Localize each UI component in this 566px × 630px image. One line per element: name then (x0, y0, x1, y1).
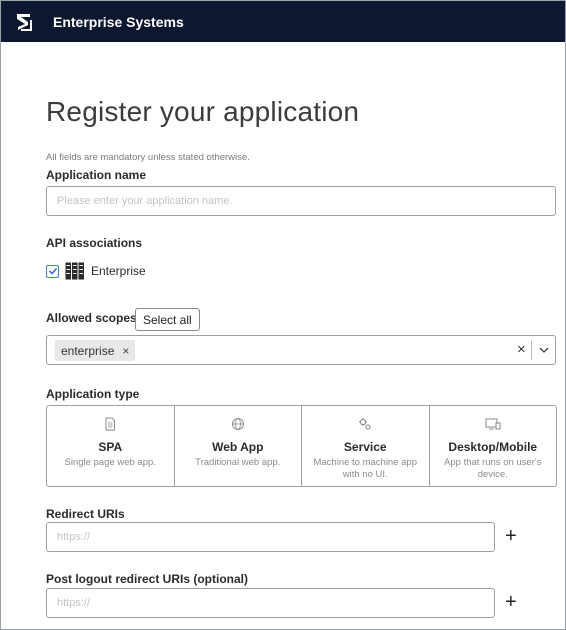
application-type-label: Application type (46, 387, 140, 401)
application-name-placeholder: Please enter your application name. (57, 195, 233, 207)
app-type-title: SPA (98, 440, 123, 454)
add-post-logout-redirect-icon[interactable]: + (505, 591, 517, 614)
redirect-uris-label: Redirect URIs (46, 507, 125, 521)
app-type-title: Desktop/Mobile (448, 440, 538, 454)
allowed-scopes-label: Allowed scopes (46, 311, 137, 325)
application-name-label: Application name (46, 168, 147, 182)
app-type-description: Traditional web app. (195, 457, 281, 468)
scope-tag-label: enterprise (61, 343, 115, 358)
mandatory-note: All fields are mandatory unless stated o… (46, 152, 250, 163)
brand-logo-icon[interactable] (13, 11, 35, 33)
post-logout-redirect-label: Post logout redirect URIs (optional) (46, 572, 249, 586)
post-logout-redirect-placeholder: https:// (57, 597, 91, 609)
app-type-description: Machine to machine app with no UI. (313, 457, 417, 480)
redirect-uri-placeholder: https:// (57, 531, 91, 543)
api-associations-label: API associations (46, 236, 143, 250)
remove-tag-icon[interactable]: × (122, 344, 129, 358)
gears-icon (302, 417, 429, 431)
checkmark-icon (48, 267, 57, 275)
select-all-button[interactable]: Select all (135, 308, 200, 331)
enterprise-checkbox[interactable] (46, 264, 59, 278)
api-association-label: Enterprise (91, 264, 146, 278)
clear-scopes-icon[interactable]: × (517, 341, 526, 358)
server-rack-icon (65, 262, 85, 280)
app-type-title: Web App (212, 440, 264, 454)
select-divider (531, 341, 532, 360)
brand-name: Enterprise Systems (53, 13, 184, 30)
top-bar: Enterprise Systems (1, 1, 565, 42)
post-logout-redirect-input[interactable]: https:// (46, 588, 495, 618)
app-type-description: Single page web app. (64, 457, 156, 468)
add-redirect-uri-icon[interactable]: + (505, 525, 517, 548)
app-type-title: Service (343, 440, 387, 454)
redirect-uri-input[interactable]: https:// (46, 522, 495, 552)
app-type-desktop-mobile[interactable]: Desktop/Mobile App that runs on user's d… (430, 406, 557, 486)
globe-icon (175, 417, 302, 431)
application-name-input[interactable]: Please enter your application name. (46, 186, 556, 216)
app-type-service[interactable]: Service Machine to machine app with no U… (302, 406, 430, 486)
api-association-enterprise[interactable]: Enterprise (46, 262, 146, 280)
app-type-spa[interactable]: SPA Single page web app. (47, 406, 175, 486)
chevron-down-icon[interactable] (538, 343, 550, 361)
scope-tag: enterprise × (55, 340, 136, 361)
app-type-description: App that runs on user's device. (444, 457, 542, 480)
page-title: Register your application (46, 96, 360, 127)
application-type-selector: SPA Single page web app. Web App Traditi… (46, 405, 557, 487)
devices-icon (430, 417, 557, 431)
scopes-select[interactable]: enterprise × × (46, 335, 556, 365)
document-icon (47, 417, 174, 431)
app-type-web-app[interactable]: Web App Traditional web app. (175, 406, 302, 486)
